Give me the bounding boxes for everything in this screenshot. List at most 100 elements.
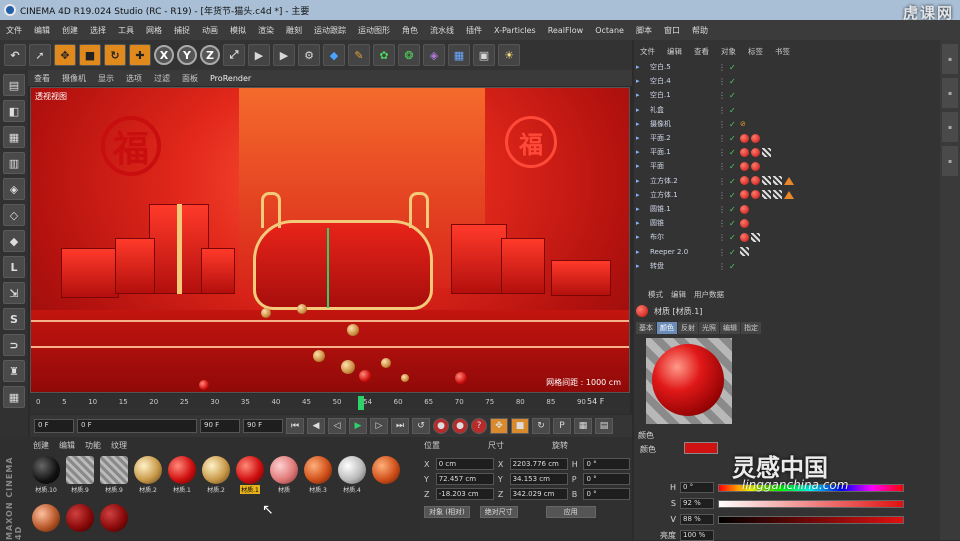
render-view-icon[interactable]: ▶ <box>248 44 270 66</box>
attribute-menu-item[interactable]: 用户数据 <box>694 289 724 300</box>
play-back-icon[interactable]: ◁ <box>328 418 346 434</box>
timeline-window-icon[interactable]: ▤ <box>595 418 613 434</box>
attribute-tab[interactable]: 颜色 <box>657 322 677 334</box>
rotation-field[interactable]: 0 ° <box>583 488 630 500</box>
goto-start-icon[interactable]: ⏮ <box>286 418 304 434</box>
object-menu-item[interactable]: 编辑 <box>661 46 688 57</box>
saturation-slider[interactable] <box>718 499 904 508</box>
attribute-tab[interactable]: 基本 <box>636 322 656 334</box>
rotation-field[interactable]: 0 ° <box>583 473 630 485</box>
viewport-menu-item[interactable]: 摄像机 <box>56 73 92 84</box>
menu-item[interactable]: 工具 <box>112 25 140 36</box>
timeline-playhead[interactable] <box>358 396 364 410</box>
cube-icon[interactable]: ◆ <box>323 44 345 66</box>
material-swatch[interactable]: 材质.9 <box>98 456 130 502</box>
light-icon[interactable]: ☀ <box>498 44 520 66</box>
make-editable-icon[interactable]: ▤ <box>3 74 25 96</box>
coordinate-mode-dropdown[interactable]: 对象 (相对) <box>424 506 470 518</box>
move-tool-icon[interactable]: ✥ <box>54 44 76 66</box>
material-tag-icon[interactable] <box>751 147 760 157</box>
material-tag-icon[interactable] <box>751 190 760 200</box>
autokey-icon[interactable]: ● <box>452 418 468 434</box>
texture-tag-icon[interactable] <box>762 190 771 200</box>
target-tag-icon[interactable]: ⊘ <box>740 120 746 128</box>
enabled-check-icon[interactable]: ✓ <box>729 177 737 186</box>
menu-item[interactable]: 编辑 <box>28 25 56 36</box>
object-row[interactable]: ▸ 空白.1 ⋮ ✓ <box>636 88 936 102</box>
menu-item[interactable]: 模拟 <box>224 25 252 36</box>
object-row[interactable]: ▸ 平面 ⋮ ✓ <box>636 159 936 173</box>
menu-item[interactable]: X-Particles <box>488 26 542 35</box>
cloner-icon[interactable]: ❂ <box>398 44 420 66</box>
material-swatch[interactable]: 材质.3 <box>302 456 334 502</box>
enabled-check-icon[interactable]: ✓ <box>729 191 737 200</box>
material-tag-icon[interactable] <box>740 161 749 171</box>
render-settings-icon[interactable]: ⚙ <box>298 44 320 66</box>
visibility-icon[interactable]: ⋮ <box>718 191 726 200</box>
object-row[interactable]: ▸ 平面.1 ⋮ ✓ <box>636 145 936 159</box>
attribute-tab[interactable]: 编辑 <box>720 322 740 334</box>
dock-tab[interactable]: ▪ <box>942 146 958 176</box>
object-row[interactable]: ▸ 礼盒 ⋮ ✓ <box>636 103 936 117</box>
material-swatch[interactable]: 材质.2 <box>132 456 164 502</box>
size-field[interactable]: 34.153 cm <box>509 473 568 485</box>
object-row[interactable]: ▸ 平面.2 ⋮ ✓ <box>636 131 936 145</box>
attribute-menu-item[interactable]: 模式 <box>648 289 663 300</box>
visibility-icon[interactable]: ⋮ <box>718 120 726 129</box>
size-field[interactable]: 2203.776 cm <box>509 458 568 470</box>
material-swatch[interactable]: 材质.9 <box>64 456 96 502</box>
material-tag-icon[interactable] <box>751 133 760 143</box>
object-row[interactable]: ▸ 空白.4 ⋮ ✓ <box>636 74 936 88</box>
menu-item[interactable]: 脚本 <box>630 25 658 36</box>
dock-tab[interactable]: ▪ <box>942 44 958 74</box>
key-rotation-icon[interactable]: ↻ <box>532 418 550 434</box>
viewport-menu-item[interactable]: ProRender <box>204 74 257 83</box>
enabled-check-icon[interactable]: ✓ <box>729 77 737 86</box>
warning-tag-icon[interactable] <box>784 176 794 185</box>
material-swatch[interactable]: 材质.2 <box>200 456 232 502</box>
end-frame-field[interactable]: 90 F <box>243 419 283 433</box>
visibility-icon[interactable]: ⋮ <box>718 91 726 100</box>
axis-mode-icon[interactable]: L <box>3 256 25 278</box>
scale-tool-icon[interactable]: ■ <box>79 44 101 66</box>
h-field[interactable]: 0 ° <box>680 482 714 493</box>
lock-icon[interactable]: ♜ <box>3 360 25 382</box>
menu-item[interactable]: 选择 <box>84 25 112 36</box>
key-param-icon[interactable]: P <box>553 418 571 434</box>
material-menu-item[interactable]: 编辑 <box>54 440 80 451</box>
object-menu-item[interactable]: 对象 <box>715 46 742 57</box>
keyframe-selection-icon[interactable]: ? <box>471 418 487 434</box>
visibility-icon[interactable]: ⋮ <box>718 219 726 228</box>
texture-tag-icon[interactable] <box>740 247 749 257</box>
record-key-icon[interactable]: ● <box>433 418 449 434</box>
menu-item[interactable]: 捕捉 <box>168 25 196 36</box>
material-menu-item[interactable]: 纹理 <box>106 440 132 451</box>
attribute-tab[interactable]: 指定 <box>741 322 761 334</box>
position-field[interactable]: 72.457 cm <box>435 473 494 485</box>
current-frame-field[interactable]: 0 F <box>77 419 197 433</box>
enabled-check-icon[interactable]: ✓ <box>729 162 737 171</box>
menu-item[interactable]: 创建 <box>56 25 84 36</box>
viewport-menu-item[interactable]: 查看 <box>28 73 56 84</box>
enabled-check-icon[interactable]: ✓ <box>729 106 737 115</box>
enabled-check-icon[interactable]: ✓ <box>729 219 737 228</box>
dock-tab[interactable]: ▪ <box>942 78 958 108</box>
object-menu-item[interactable]: 文件 <box>634 46 661 57</box>
grid-icon[interactable]: ▦ <box>3 386 25 408</box>
visibility-icon[interactable]: ⋮ <box>718 106 726 115</box>
select-arrow-icon[interactable]: ➚ <box>29 44 51 66</box>
coordinate-system-icon[interactable]: ⤢ <box>223 44 245 66</box>
material-tag-icon[interactable] <box>740 218 749 228</box>
material-swatch[interactable] <box>98 504 130 540</box>
object-menu-item[interactable]: 标签 <box>742 46 769 57</box>
position-field[interactable]: 0 cm <box>435 458 494 470</box>
viewport-menu-item[interactable]: 面板 <box>176 73 204 84</box>
y-axis-gizmo[interactable] <box>327 228 329 308</box>
object-menu-item[interactable]: 书签 <box>769 46 796 57</box>
model-mode-icon[interactable]: ◧ <box>3 100 25 122</box>
add-tool-icon[interactable]: ✚ <box>129 44 151 66</box>
menu-item[interactable]: RealFlow <box>542 26 590 35</box>
tweak-mode-icon[interactable]: ⇲ <box>3 282 25 304</box>
menu-item[interactable]: 插件 <box>460 25 488 36</box>
viewport[interactable]: 福 福 透视视图 网格间距 : 1000 cm <box>30 87 630 393</box>
